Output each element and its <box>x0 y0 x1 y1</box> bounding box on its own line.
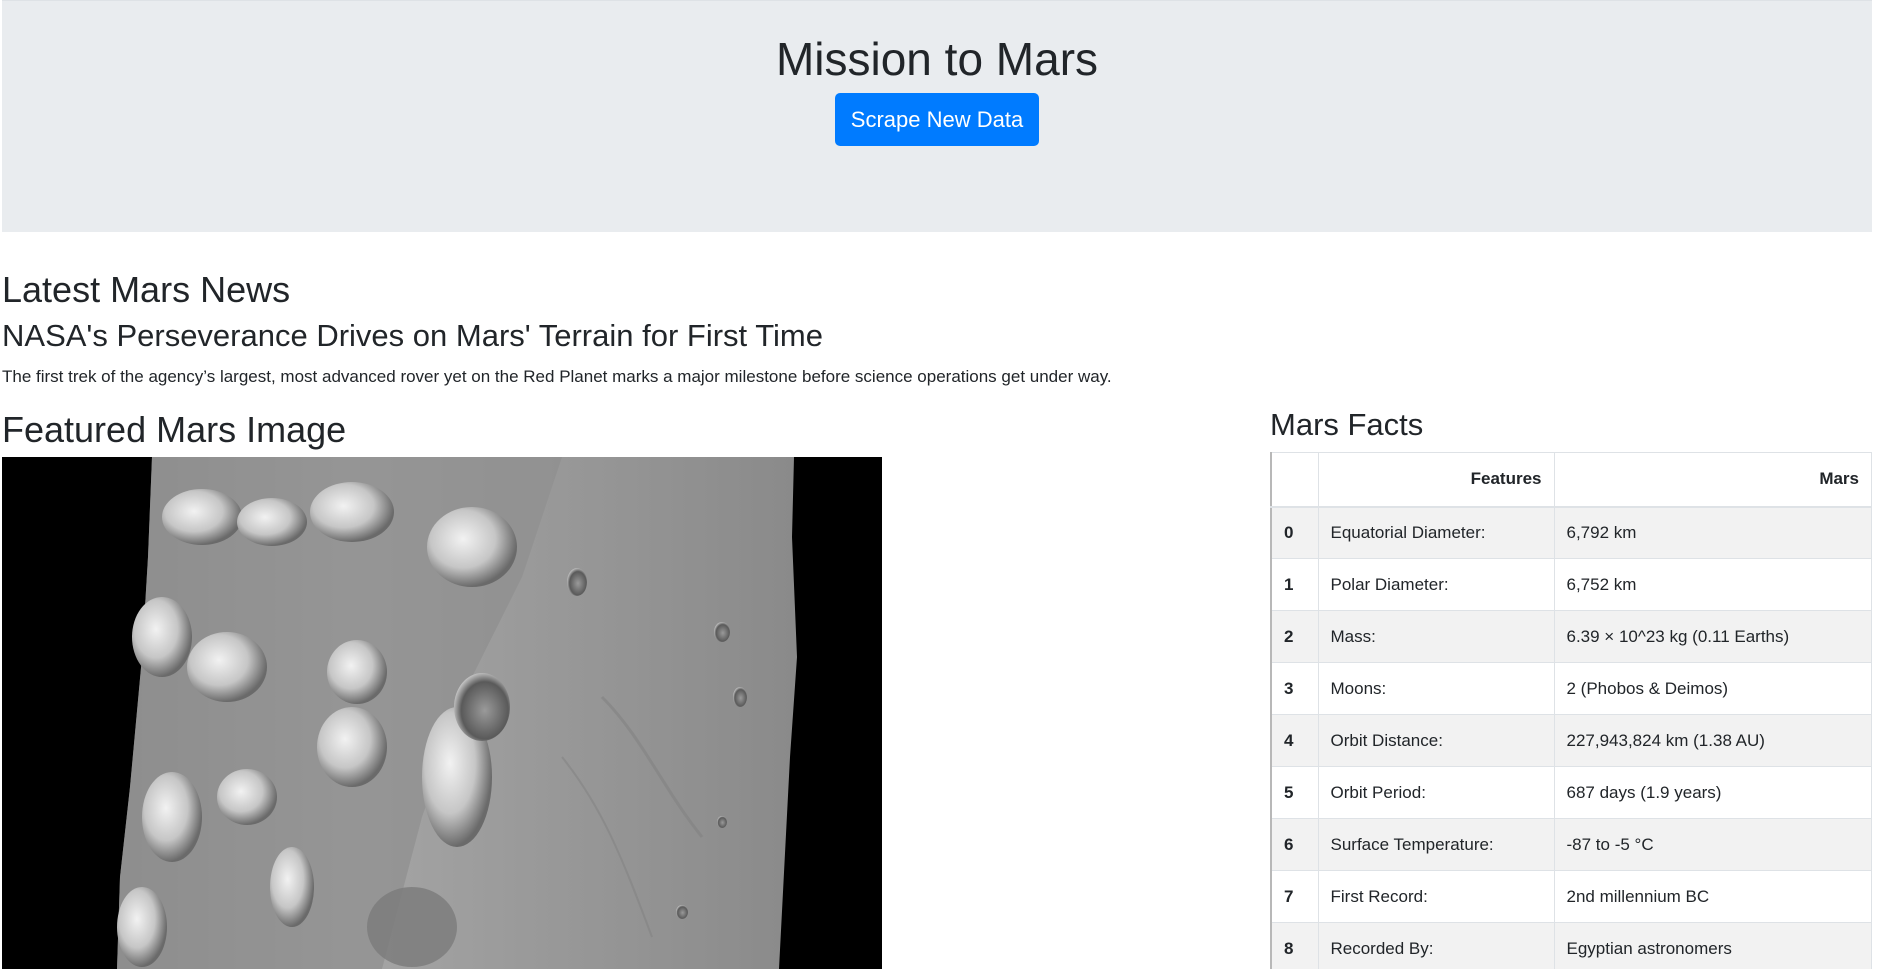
mars-terrain-image <box>117 457 797 969</box>
row-value: 6,752 km <box>1553 558 1872 611</box>
row-index: 1 <box>1270 558 1319 611</box>
table-row: 5 Orbit Period: 687 days (1.9 years) <box>1270 766 1872 819</box>
column-header-mars: Mars <box>1553 452 1872 508</box>
row-index: 0 <box>1270 506 1319 559</box>
row-feature: Moons: <box>1317 662 1555 715</box>
column-header-features: Features <box>1317 452 1555 508</box>
news-title: NASA's Perseverance Drives on Mars' Terr… <box>2 318 823 353</box>
row-index: 2 <box>1270 610 1319 663</box>
mars-facts-heading: Mars Facts <box>1270 407 1424 442</box>
jumbotron-header: Mission to Mars Scrape New Data <box>2 0 1872 232</box>
row-value: 2nd millennium BC <box>1553 870 1872 923</box>
table-row: 2 Mass: 6.39 × 10^23 kg (0.11 Earths) <box>1270 610 1872 663</box>
row-feature: Mass: <box>1317 610 1555 663</box>
table-row: 6 Surface Temperature: -87 to -5 °C <box>1270 818 1872 871</box>
row-value: 2 (Phobos & Deimos) <box>1553 662 1872 715</box>
row-feature: Equatorial Diameter: <box>1317 506 1555 559</box>
row-index: 5 <box>1270 766 1319 819</box>
mars-facts-table: Features Mars 0 Equatorial Diameter: 6,7… <box>1270 452 1872 969</box>
row-value: -87 to -5 °C <box>1553 818 1872 871</box>
scrape-new-data-button[interactable]: Scrape New Data <box>835 93 1039 146</box>
table-row: 4 Orbit Distance: 227,943,824 km (1.38 A… <box>1270 714 1872 767</box>
row-value: 227,943,824 km (1.38 AU) <box>1553 714 1872 767</box>
row-feature: Polar Diameter: <box>1317 558 1555 611</box>
table-row: 3 Moons: 2 (Phobos & Deimos) <box>1270 662 1872 715</box>
row-feature: First Record: <box>1317 870 1555 923</box>
latest-news-heading: Latest Mars News <box>2 269 291 310</box>
row-index: 8 <box>1270 922 1319 969</box>
featured-image-heading: Featured Mars Image <box>2 409 347 450</box>
row-value: 687 days (1.9 years) <box>1553 766 1872 819</box>
row-feature: Surface Temperature: <box>1317 818 1555 871</box>
row-index: 4 <box>1270 714 1319 767</box>
row-index: 7 <box>1270 870 1319 923</box>
row-value: Egyptian astronomers <box>1553 922 1872 969</box>
row-value: 6.39 × 10^23 kg (0.11 Earths) <box>1553 610 1872 663</box>
news-paragraph: The first trek of the agency’s largest, … <box>2 367 1112 386</box>
row-index: 3 <box>1270 662 1319 715</box>
table-row: 0 Equatorial Diameter: 6,792 km <box>1270 506 1872 559</box>
page-title: Mission to Mars <box>775 33 1099 85</box>
table-row: 8 Recorded By: Egyptian astronomers <box>1270 922 1872 969</box>
row-feature: Orbit Period: <box>1317 766 1555 819</box>
row-value: 6,792 km <box>1553 506 1872 559</box>
featured-mars-image <box>2 457 882 969</box>
table-row: 7 First Record: 2nd millennium BC <box>1270 870 1872 923</box>
table-header-row: Features Mars <box>1270 452 1872 508</box>
table-row: 1 Polar Diameter: 6,752 km <box>1270 558 1872 611</box>
row-feature: Orbit Distance: <box>1317 714 1555 767</box>
page: Mission to Mars Scrape New Data Latest M… <box>0 0 1884 969</box>
column-header-index <box>1270 452 1319 508</box>
row-feature: Recorded By: <box>1317 922 1555 969</box>
row-index: 6 <box>1270 818 1319 871</box>
